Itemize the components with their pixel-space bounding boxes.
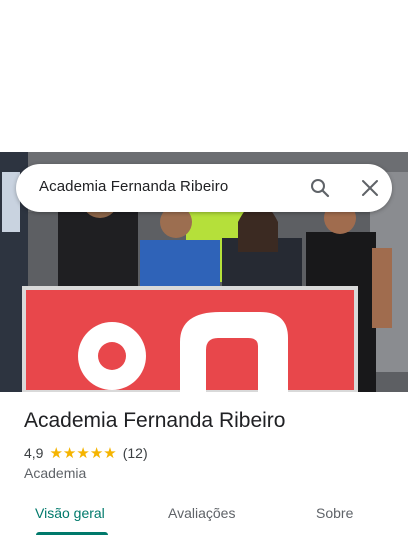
tab-overview[interactable]: Visão geral [35,505,105,521]
active-tab-indicator [36,532,108,535]
search-input[interactable]: Academia Fernanda Ribeiro [39,178,228,195]
star-rating: ★ ★ ★ ★ ★ [49,446,116,461]
star-icon: ★ [89,444,104,462]
search-bar[interactable]: Academia Fernanda Ribeiro [16,164,392,212]
rating-value: 4,9 [24,445,44,461]
close-icon[interactable] [361,179,379,197]
tab-reviews[interactable]: Avaliações [168,505,235,521]
tab-bar: Visão geral Avaliações Sobre [0,498,408,544]
star-icon: ★ [49,444,63,462]
star-icon: ★ [62,444,77,462]
place-title: Academia Fernanda Ribeiro [24,409,286,432]
tab-about[interactable]: Sobre [316,505,353,521]
search-icon[interactable] [310,178,330,198]
review-count[interactable]: (12) [123,445,148,461]
rating-row[interactable]: 4,9 ★ ★ ★ ★ ★ (12) [24,444,148,462]
star-icon: ★ [76,444,90,462]
star-icon: ★ [103,444,117,462]
place-category[interactable]: Academia [24,465,86,481]
